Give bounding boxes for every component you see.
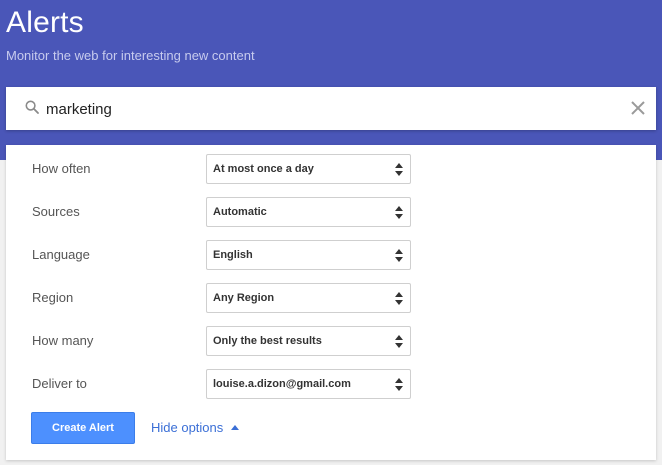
option-label: Language (32, 247, 90, 262)
option-value: Automatic (213, 206, 267, 218)
option-row-how-often: How often At most once a day (6, 153, 656, 185)
option-label: Deliver to (32, 376, 87, 391)
updown-arrows-icon (395, 163, 403, 176)
hide-options-label: Hide options (151, 420, 224, 435)
create-alert-button[interactable]: Create Alert (31, 412, 135, 444)
option-row-region: Region Any Region (6, 282, 656, 314)
option-label: How often (32, 161, 91, 176)
option-row-sources: Sources Automatic (6, 196, 656, 228)
option-value: Only the best results (213, 335, 322, 347)
alert-options-card: How often At most once a day Sources Aut… (6, 145, 656, 460)
option-row-language: Language English (6, 239, 656, 271)
option-row-deliver-to: Deliver to louise.a.dizon@gmail.com (6, 368, 656, 400)
option-label: Region (32, 290, 74, 305)
option-value: Any Region (213, 292, 275, 304)
option-row-how-many: How many Only the best results (6, 325, 656, 357)
search-box (6, 87, 656, 130)
updown-arrows-icon (395, 249, 403, 262)
updown-arrows-icon (395, 335, 403, 348)
option-value: English (213, 249, 253, 261)
option-label: Sources (32, 204, 80, 219)
region-select[interactable]: Any Region (206, 283, 411, 313)
page-title: Alerts (6, 6, 84, 39)
deliver-to-select[interactable]: louise.a.dizon@gmail.com (206, 369, 411, 399)
option-value: louise.a.dizon@gmail.com (213, 378, 351, 390)
updown-arrows-icon (395, 292, 403, 305)
how-many-select[interactable]: Only the best results (206, 326, 411, 356)
option-value: At most once a day (213, 163, 314, 175)
hide-options-link[interactable]: Hide options (151, 420, 240, 435)
how-often-select[interactable]: At most once a day (206, 154, 411, 184)
search-input[interactable] (46, 95, 606, 123)
caret-up-icon (231, 425, 240, 430)
updown-arrows-icon (395, 206, 403, 219)
search-icon (25, 100, 39, 114)
header-banner: Alerts Monitor the web for interesting n… (0, 0, 662, 160)
option-label: How many (32, 333, 94, 348)
language-select[interactable]: English (206, 240, 411, 270)
updown-arrows-icon (395, 378, 403, 391)
close-icon[interactable] (629, 99, 647, 117)
sources-select[interactable]: Automatic (206, 197, 411, 227)
page-subtitle: Monitor the web for interesting new cont… (6, 48, 255, 63)
